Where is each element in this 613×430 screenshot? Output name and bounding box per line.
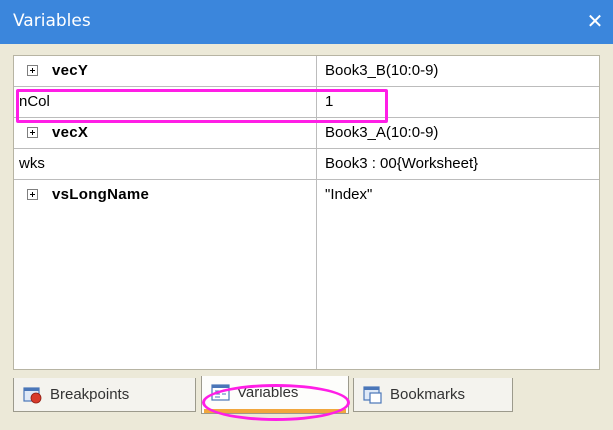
variable-row-vecX[interactable]: vecX Book3_A(10:0-9): [14, 118, 599, 149]
expand-icon[interactable]: [27, 189, 38, 200]
variables-panel: Variables ✕ vecY Book3_B(10:0-9) nCol 1 …: [0, 0, 613, 430]
tab-bookmarks[interactable]: Bookmarks: [353, 378, 513, 412]
tab-strip: Breakpoints Variables Bookmarks: [0, 376, 613, 430]
tab-breakpoints[interactable]: Breakpoints: [13, 378, 196, 412]
title-bar: Variables ✕: [0, 0, 613, 44]
bookmarks-icon: [363, 386, 382, 404]
expand-icon[interactable]: [27, 127, 38, 138]
tab-variables[interactable]: Variables: [201, 376, 349, 414]
breakpoints-icon: [23, 387, 42, 404]
variable-value: Book3 : 00{Worksheet}: [325, 155, 479, 172]
variable-row-vsLongName[interactable]: vsLongName "Index": [14, 180, 599, 211]
variables-grid: vecY Book3_B(10:0-9) nCol 1 vecX Book3_A…: [13, 55, 600, 370]
variable-name: nCol: [19, 93, 50, 110]
tab-label: Bookmarks: [390, 386, 466, 403]
variable-value: "Index": [325, 186, 373, 203]
active-tab-indicator: [204, 409, 346, 413]
variables-icon: [211, 384, 230, 401]
variable-value: Book3_B(10:0-9): [325, 62, 439, 79]
close-button[interactable]: ✕: [583, 9, 607, 33]
tab-label: Variables: [237, 384, 299, 401]
tab-label: Breakpoints: [50, 386, 130, 403]
variable-value: 1: [325, 93, 334, 110]
close-icon: ✕: [586, 9, 604, 33]
variable-name: wks: [19, 155, 45, 172]
window-title: Variables: [13, 11, 91, 31]
variable-value: Book3_A(10:0-9): [325, 124, 439, 141]
expand-icon[interactable]: [27, 65, 38, 76]
variable-name: vsLongName: [52, 186, 150, 203]
variable-row-nCol[interactable]: nCol 1: [14, 87, 599, 118]
variable-row-wks[interactable]: wks Book3 : 00{Worksheet}: [14, 149, 599, 180]
variable-name: vecX: [52, 124, 89, 141]
variable-name: vecY: [52, 62, 89, 79]
variable-row-vecY[interactable]: vecY Book3_B(10:0-9): [14, 56, 599, 87]
